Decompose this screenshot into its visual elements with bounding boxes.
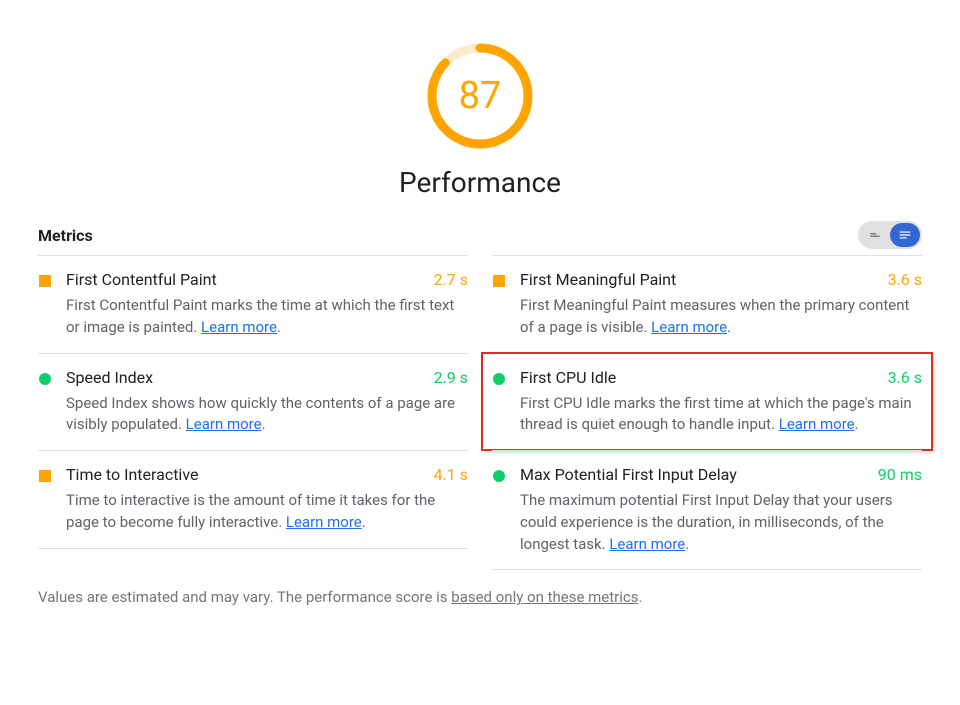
metric-value: 90 ms [878,465,922,484]
metric-first-contentful-paint: First Contentful Paint 2.7 s First Conte… [38,255,468,353]
status-indicator [38,469,52,483]
performance-score: 87 [459,74,502,118]
learn-more-link[interactable]: Learn more [186,415,262,433]
footnote-link[interactable]: based only on these metrics [451,588,638,606]
metrics-grid: First Contentful Paint 2.7 s First Conte… [38,255,922,570]
status-indicator [492,469,506,483]
footnote: Values are estimated and may vary. The p… [38,588,922,606]
metric-value: 2.7 s [434,270,468,289]
performance-gauge-section: 87 Performance [38,0,922,211]
performance-label: Performance [399,166,561,199]
view-toggle [858,221,922,249]
metric-max-potential-fid: Max Potential First Input Delay 90 ms Th… [492,450,922,569]
metrics-col-left: First Contentful Paint 2.7 s First Conte… [38,255,468,570]
metrics-header: Metrics [38,221,922,249]
metric-title: Speed Index [66,368,153,387]
expanded-view-button[interactable] [890,223,920,247]
metric-title: First CPU Idle [520,368,616,387]
metric-description: Time to interactive is the amount of tim… [66,490,468,534]
status-indicator [38,274,52,288]
metrics-title: Metrics [38,226,93,245]
metric-title: Time to Interactive [66,465,198,484]
metrics-col-right: First Meaningful Paint 3.6 s First Meani… [492,255,922,570]
compact-view-button[interactable] [860,223,890,247]
metric-description: First Contentful Paint marks the time at… [66,295,468,339]
metric-first-meaningful-paint: First Meaningful Paint 3.6 s First Meani… [492,255,922,353]
learn-more-link[interactable]: Learn more [779,415,855,433]
learn-more-link[interactable]: Learn more [286,513,362,531]
performance-gauge: 87 [424,40,536,152]
compact-icon [868,228,882,242]
metric-value: 3.6 s [888,368,922,387]
metric-title: Max Potential First Input Delay [520,465,737,484]
expanded-icon [898,228,912,242]
metric-value: 3.6 s [888,270,922,289]
status-indicator [492,274,506,288]
metric-description: The maximum potential First Input Delay … [520,490,922,555]
metric-speed-index: Speed Index 2.9 s Speed Index shows how … [38,353,468,451]
status-indicator [492,372,506,386]
metric-first-cpu-idle: First CPU Idle 3.6 s First CPU Idle mark… [482,353,932,451]
metric-title: First Meaningful Paint [520,270,676,289]
metric-description: Speed Index shows how quickly the conten… [66,393,468,437]
metric-time-to-interactive: Time to Interactive 4.1 s Time to intera… [38,450,468,548]
status-indicator [38,372,52,386]
metric-value: 4.1 s [434,465,468,484]
learn-more-link[interactable]: Learn more [651,318,727,336]
metric-value: 2.9 s [434,368,468,387]
learn-more-link[interactable]: Learn more [201,318,277,336]
learn-more-link[interactable]: Learn more [609,535,685,553]
metric-description: First CPU Idle marks the first time at w… [520,393,922,437]
metric-description: First Meaningful Paint measures when the… [520,295,922,339]
metric-title: First Contentful Paint [66,270,217,289]
